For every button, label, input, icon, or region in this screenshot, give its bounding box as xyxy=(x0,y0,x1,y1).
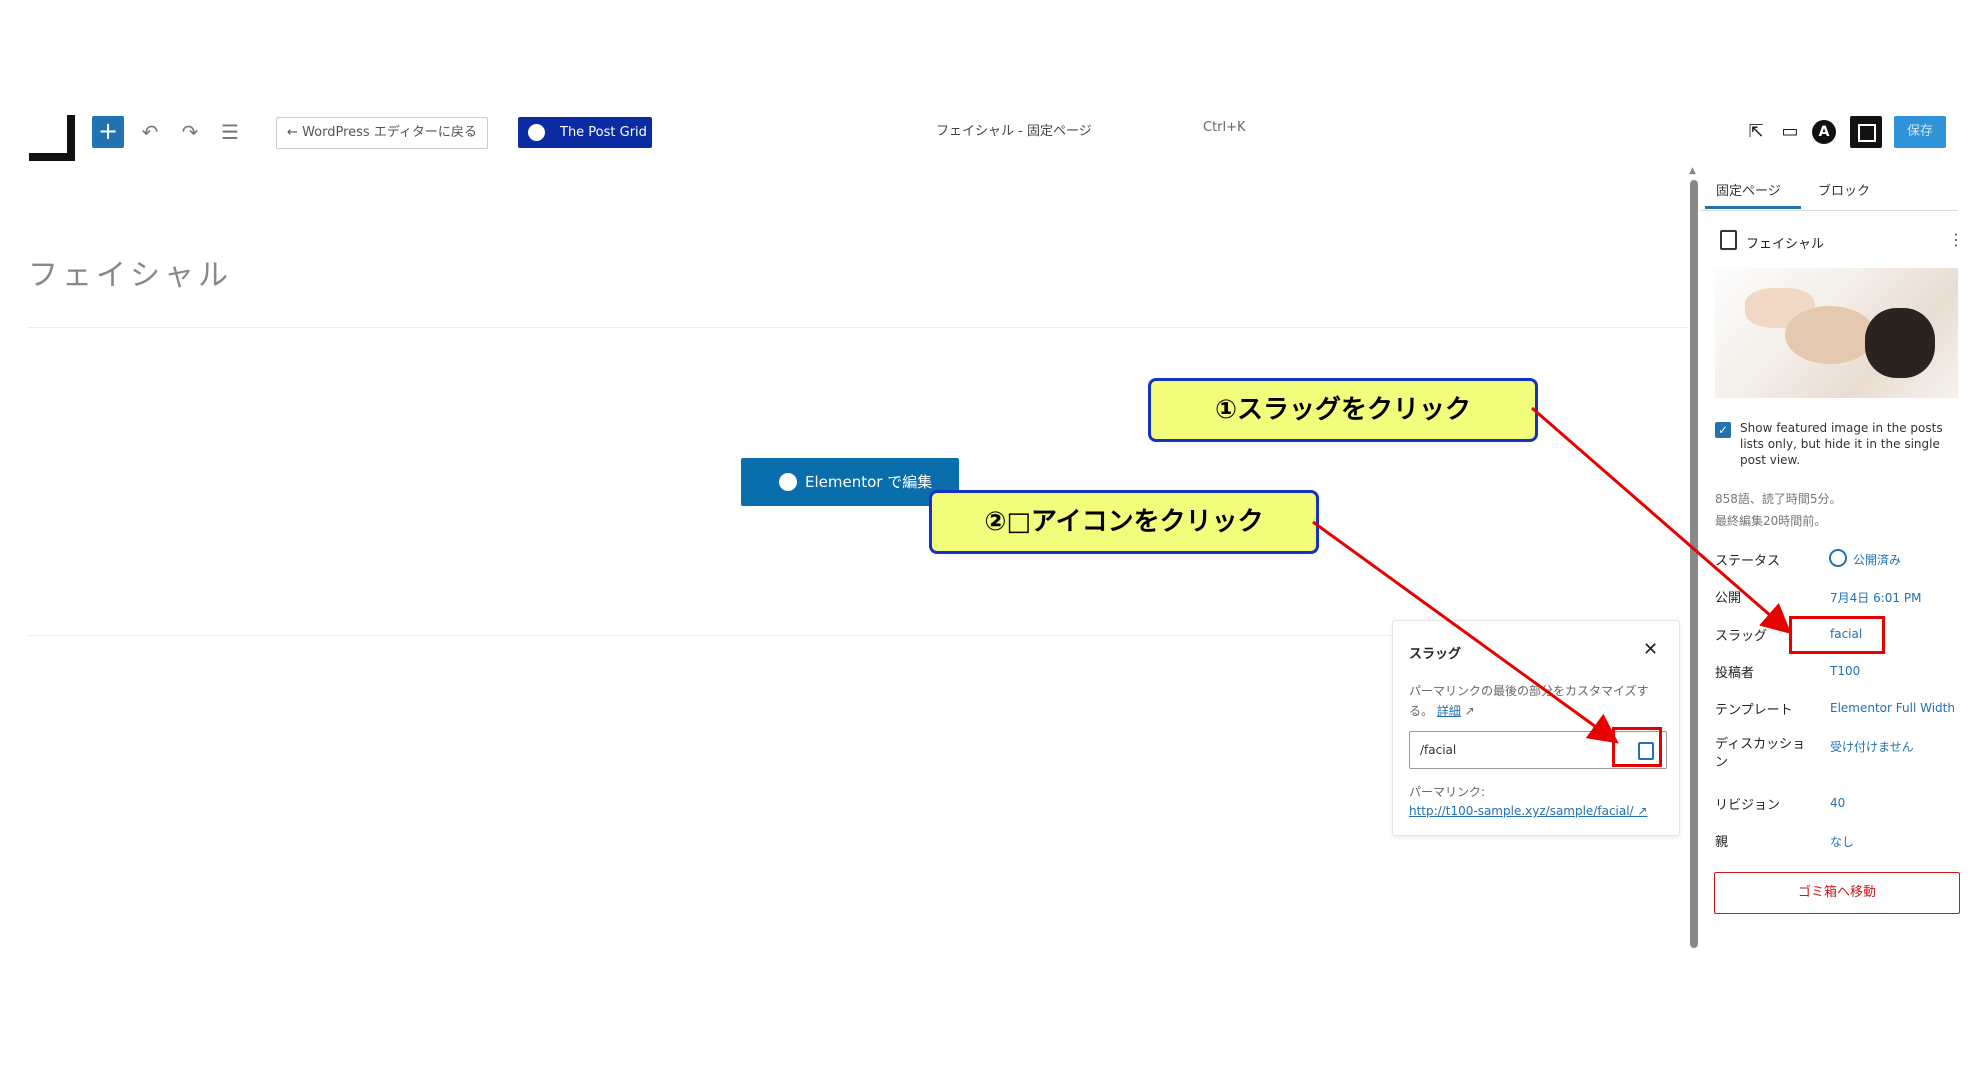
arrow-to-slug xyxy=(1531,406,1792,634)
annotation-arrows xyxy=(1312,406,1792,744)
arrow-to-copy-icon xyxy=(1312,520,1619,744)
